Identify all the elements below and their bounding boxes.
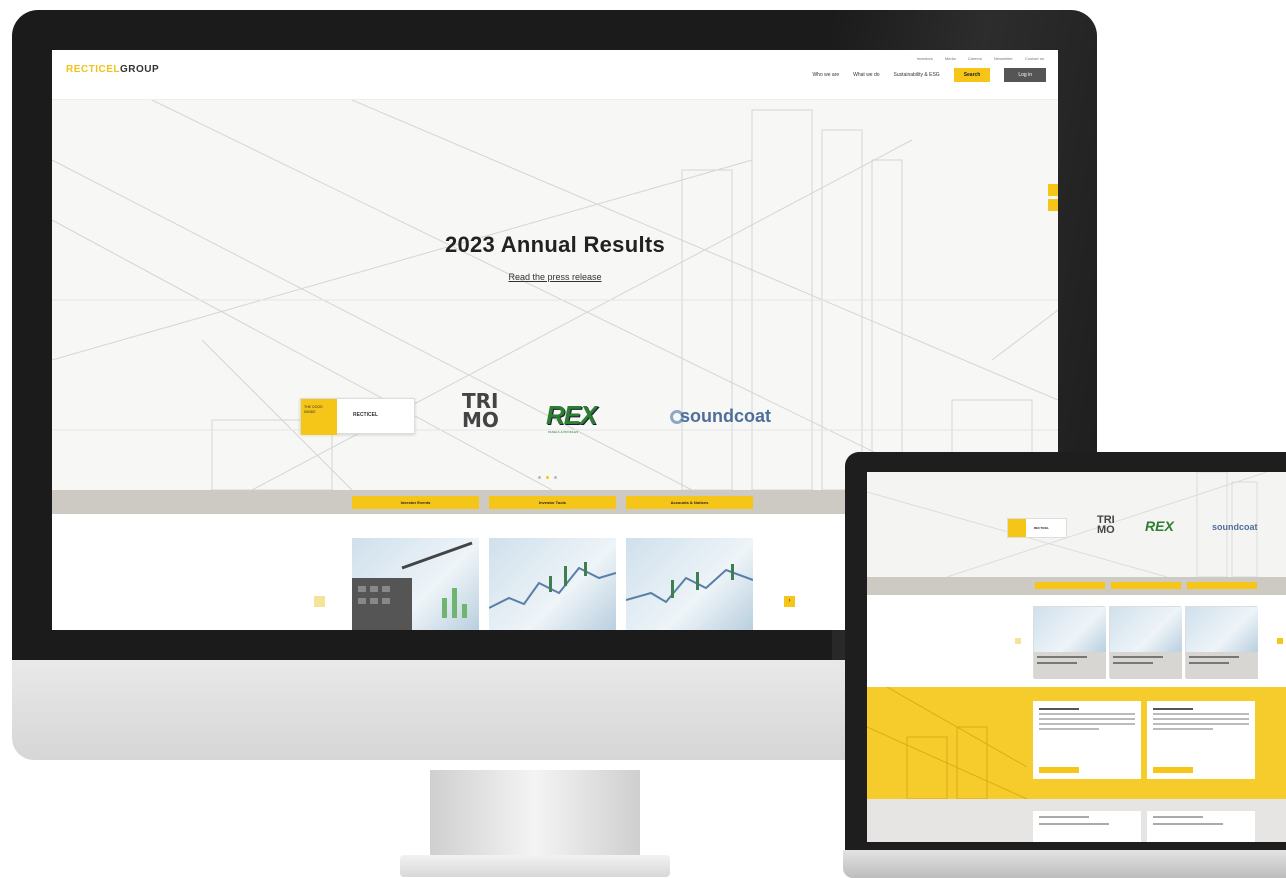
laptop-hero: RECTICEL TRI MO REX soundcoat [867, 472, 1286, 577]
laptop-news-cards [1033, 606, 1258, 679]
laptop-card-caption [1034, 652, 1106, 679]
laptop-grey-box [1033, 811, 1141, 842]
laptop-box-title [1153, 708, 1193, 710]
top-link-careers[interactable]: Careers [968, 56, 982, 61]
laptop-carousel-prev-button[interactable] [1015, 638, 1021, 644]
brand-soundcoat-logo[interactable]: soundcoat [670, 406, 771, 427]
laptop-investor-tools-button[interactable] [1111, 582, 1181, 589]
stock-chart-image [489, 562, 616, 609]
rex-tagline: PANELS & PROFILES [548, 430, 579, 434]
news-card[interactable] [489, 538, 616, 630]
recticel-badge: THE GOOD INSIDE [301, 399, 337, 435]
side-tab-share[interactable] [1048, 184, 1058, 196]
nav-who-we-are[interactable]: Who we are [812, 72, 839, 78]
carousel-next-button[interactable]: › [784, 596, 795, 607]
laptop-news-card[interactable] [1109, 606, 1182, 679]
laptop-recticel-name: RECTICEL [1034, 526, 1049, 530]
nav-sustainability[interactable]: Sustainability & ESG [894, 72, 940, 78]
top-link-investors[interactable]: Investors [917, 56, 933, 61]
laptop-card-image [1186, 607, 1258, 652]
laptop-box-title [1039, 708, 1079, 710]
brand-logos: THE GOOD INSIDE RECTICEL TRI MO REX PANE… [300, 391, 820, 442]
top-link-media[interactable]: Media [945, 56, 956, 61]
news-card[interactable] [626, 538, 753, 630]
laptop-card-caption [1186, 652, 1258, 679]
main-nav: Who we are What we do Sustainability & E… [812, 68, 1046, 82]
device-mockup: RECTICELGROUP Investors Media Careers Ne… [0, 0, 1286, 878]
brand-recticel-logo[interactable]: THE GOOD INSIDE RECTICEL [300, 398, 415, 435]
laptop-news-card[interactable] [1033, 606, 1106, 679]
trimo-line-2: MO [462, 408, 499, 432]
laptop-investor-events-button[interactable] [1035, 582, 1105, 589]
accounts-notices-button[interactable]: Accounts & Notices [626, 496, 753, 509]
login-button[interactable]: Log in [1004, 68, 1046, 82]
site-logo[interactable]: RECTICELGROUP [66, 64, 159, 75]
laptop-card-caption [1110, 652, 1182, 679]
logo-primary: RECTICEL [66, 64, 120, 75]
monitor-stand-neck [430, 770, 640, 860]
laptop-box-button[interactable] [1153, 767, 1193, 773]
top-links: Investors Media Careers Newsletter Conta… [917, 56, 1044, 61]
laptop-accounts-button[interactable] [1187, 582, 1257, 589]
carousel-dot[interactable] [538, 476, 541, 479]
side-tab-print[interactable] [1048, 199, 1058, 211]
side-tabs [1048, 184, 1058, 214]
carousel-dot[interactable] [554, 476, 557, 479]
laptop-lid: RECTICEL TRI MO REX soundcoat [845, 452, 1286, 852]
top-link-newsletter[interactable]: Newsletter [994, 56, 1013, 61]
laptop-base [843, 850, 1286, 878]
laptop-card-image [1110, 607, 1182, 652]
laptop-carousel-next-button[interactable] [1277, 638, 1283, 644]
hero-title: 2023 Annual Results [444, 232, 666, 257]
laptop-website-screen: RECTICEL TRI MO REX soundcoat [867, 472, 1286, 842]
carousel-dot-active[interactable] [546, 476, 549, 479]
calculator-image [352, 541, 473, 630]
investor-events-button[interactable]: Investor Events [352, 496, 479, 509]
monitor-stand-foot [400, 855, 670, 877]
news-card[interactable] [352, 538, 479, 630]
laptop-recticel-badge [1008, 519, 1026, 537]
laptop-info-box [1033, 701, 1141, 779]
laptop-trimo-line-2: MO [1097, 523, 1115, 536]
carousel-dots [538, 476, 557, 479]
laptop-trimo-logo[interactable]: TRI MO [1097, 515, 1115, 536]
laptop-card-image [1034, 607, 1106, 652]
laptop-box-button[interactable] [1039, 767, 1079, 773]
laptop: RECTICEL TRI MO REX soundcoat [843, 452, 1286, 878]
investor-tools-button[interactable]: Investor Tools [489, 496, 616, 509]
laptop-rex-logo[interactable]: REX [1145, 518, 1174, 534]
carousel-prev-button[interactable] [314, 596, 325, 607]
laptop-info-box [1147, 701, 1255, 779]
brand-rex-logo[interactable]: REX [546, 400, 597, 431]
news-cards [352, 538, 753, 630]
laptop-recticel-logo[interactable]: RECTICEL [1007, 518, 1067, 538]
stock-chart-image [626, 564, 753, 604]
top-link-contact[interactable]: Contact us [1025, 56, 1044, 61]
brand-trimo-logo[interactable]: TRI MO [462, 391, 499, 432]
laptop-grey-section [867, 799, 1286, 842]
soundcoat-name: soundcoat [680, 406, 772, 426]
laptop-soundcoat-logo[interactable]: soundcoat [1212, 522, 1258, 532]
laptop-news-card[interactable] [1185, 606, 1258, 679]
site-header: RECTICELGROUP Investors Media Careers Ne… [52, 50, 1058, 100]
logo-secondary: GROUP [120, 64, 160, 75]
hero-banner: 2023 Annual Results Read the press relea… [52, 100, 1058, 490]
nav-what-we-do[interactable]: What we do [853, 72, 879, 78]
recticel-name: RECTICEL [353, 412, 378, 418]
search-button[interactable]: Search [953, 68, 991, 82]
investor-buttons: Investor Events Investor Tools Accounts … [352, 496, 753, 509]
hero-press-release-link[interactable]: Read the press release [52, 272, 1058, 282]
laptop-yellow-section [867, 687, 1286, 799]
laptop-grey-box [1147, 811, 1255, 842]
